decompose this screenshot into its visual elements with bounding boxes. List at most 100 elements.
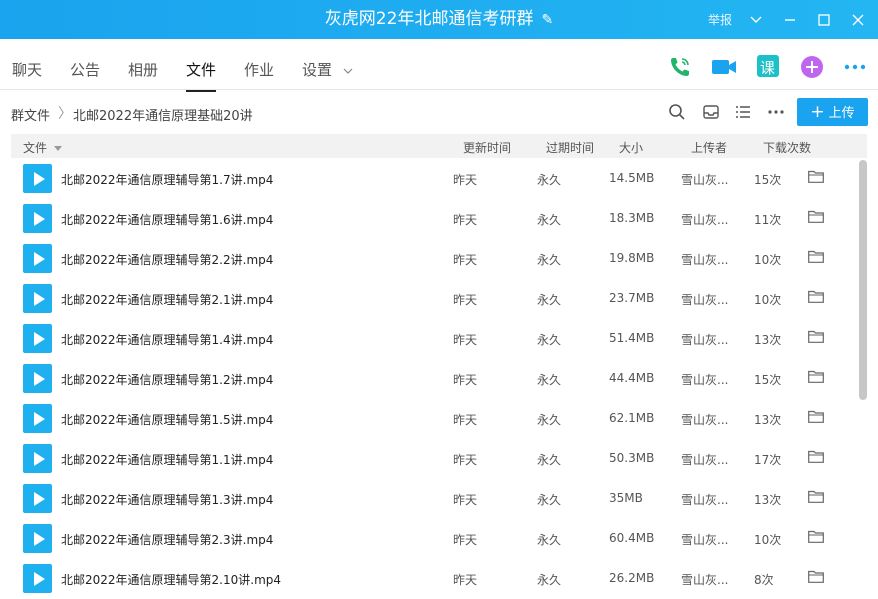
video-file-icon [23, 564, 52, 593]
tab-settings[interactable]: 设置 [302, 59, 353, 80]
col-downloads[interactable]: 下载次数 [763, 139, 811, 156]
file-uploader[interactable]: 雪山灰... [681, 491, 728, 508]
col-file[interactable]: 文件 [23, 139, 62, 156]
breadcrumb-root[interactable]: 群文件 [11, 105, 50, 124]
list-view-icon[interactable] [734, 103, 752, 121]
class-icon[interactable]: 课 [757, 55, 781, 79]
search-icon[interactable] [668, 103, 686, 121]
folder-icon[interactable] [808, 410, 824, 423]
file-uploader[interactable]: 雪山灰... [681, 251, 728, 268]
title-bar: 灰虎网22年北邮通信考研群 ✎ 举报 [0, 0, 878, 39]
table-row[interactable]: 北邮2022年通信原理辅导第1.2讲.mp4 昨天 永久 44.4MB 雪山灰.… [11, 358, 856, 398]
minimize-icon[interactable] [780, 10, 800, 30]
file-size: 26.2MB [609, 571, 655, 585]
sort-down-icon [53, 146, 62, 151]
col-size[interactable]: 大小 [619, 139, 643, 156]
close-icon[interactable] [848, 10, 868, 30]
chevron-down-icon[interactable] [746, 10, 766, 30]
folder-icon[interactable] [808, 250, 824, 263]
file-name[interactable]: 北邮2022年通信原理辅导第1.6讲.mp4 [61, 211, 273, 228]
folder-icon[interactable] [808, 490, 824, 503]
maximize-icon[interactable] [814, 10, 834, 30]
file-updated: 昨天 [453, 253, 478, 267]
report-button[interactable]: 举报 [708, 11, 732, 28]
file-size: 19.8MB [609, 251, 655, 265]
file-expires: 永久 [537, 293, 562, 307]
file-uploader[interactable]: 雪山灰... [681, 371, 728, 388]
plus-icon: + [810, 102, 825, 122]
folder-icon[interactable] [808, 290, 824, 303]
file-name[interactable]: 北邮2022年通信原理辅导第1.5讲.mp4 [61, 411, 273, 428]
add-app-icon[interactable] [800, 55, 824, 79]
table-row[interactable]: 北邮2022年通信原理辅导第2.3讲.mp4 昨天 永久 60.4MB 雪山灰.… [11, 518, 856, 558]
file-updated: 昨天 [453, 413, 478, 427]
table-row[interactable]: 北邮2022年通信原理辅导第1.1讲.mp4 昨天 永久 50.3MB 雪山灰.… [11, 438, 856, 478]
table-row[interactable]: 北邮2022年通信原理辅导第2.10讲.mp4 昨天 永久 26.2MB 雪山灰… [11, 558, 856, 598]
col-updated[interactable]: 更新时间 [463, 139, 511, 156]
video-file-icon [23, 484, 52, 513]
col-uploader[interactable]: 上传者 [691, 139, 727, 156]
file-downloads: 11次 [754, 213, 782, 227]
phone-icon[interactable] [668, 55, 692, 79]
file-name[interactable]: 北邮2022年通信原理辅导第1.4讲.mp4 [61, 331, 273, 348]
tab-chat[interactable]: 聊天 [12, 59, 42, 80]
file-name[interactable]: 北邮2022年通信原理辅导第2.1讲.mp4 [61, 291, 273, 308]
file-uploader[interactable]: 雪山灰... [681, 331, 728, 348]
table-row[interactable]: 北邮2022年通信原理辅导第2.2讲.mp4 昨天 永久 19.8MB 雪山灰.… [11, 238, 856, 278]
folder-icon[interactable] [808, 330, 824, 343]
file-expires: 永久 [537, 533, 562, 547]
tab-files[interactable]: 文件 [186, 59, 217, 92]
file-uploader[interactable]: 雪山灰... [681, 571, 728, 588]
file-uploader[interactable]: 雪山灰... [681, 531, 728, 548]
video-icon[interactable] [711, 55, 736, 79]
chevron-down-icon [343, 68, 353, 74]
file-name[interactable]: 北邮2022年通信原理辅导第2.3讲.mp4 [61, 531, 273, 548]
file-name[interactable]: 北邮2022年通信原理辅导第1.2讲.mp4 [61, 371, 273, 388]
col-expires[interactable]: 过期时间 [546, 139, 594, 156]
table-row[interactable]: 北邮2022年通信原理辅导第2.1讲.mp4 昨天 永久 23.7MB 雪山灰.… [11, 278, 856, 318]
file-uploader[interactable]: 雪山灰... [681, 291, 728, 308]
file-downloads: 8次 [754, 573, 774, 587]
folder-icon[interactable] [808, 170, 824, 183]
folder-icon[interactable] [808, 210, 824, 223]
video-file-icon [23, 204, 52, 233]
tab-homework[interactable]: 作业 [244, 59, 274, 80]
folder-icon[interactable] [808, 370, 824, 383]
table-row[interactable]: 北邮2022年通信原理辅导第1.3讲.mp4 昨天 永久 35MB 雪山灰...… [11, 478, 856, 518]
upload-button[interactable]: + 上传 [797, 98, 868, 126]
file-updated: 昨天 [453, 573, 478, 587]
tab-announcement[interactable]: 公告 [70, 59, 100, 80]
file-name[interactable]: 北邮2022年通信原理辅导第1.1讲.mp4 [61, 451, 273, 468]
folder-icon[interactable] [808, 450, 824, 463]
table-row[interactable]: 北邮2022年通信原理辅导第1.4讲.mp4 昨天 永久 51.4MB 雪山灰.… [11, 318, 856, 358]
table-row[interactable]: 北邮2022年通信原理辅导第1.6讲.mp4 昨天 永久 18.3MB 雪山灰.… [11, 198, 856, 238]
file-uploader[interactable]: 雪山灰... [681, 211, 728, 228]
file-uploader[interactable]: 雪山灰... [681, 451, 728, 468]
folder-icon[interactable] [808, 530, 824, 543]
table-row[interactable]: 北邮2022年通信原理辅导第1.5讲.mp4 昨天 永久 62.1MB 雪山灰.… [11, 398, 856, 438]
group-name: 灰虎网22年北邮通信考研群 [324, 9, 534, 29]
scrollbar[interactable] [858, 158, 868, 599]
file-name[interactable]: 北邮2022年通信原理辅导第2.10讲.mp4 [61, 571, 281, 588]
video-file-icon [23, 364, 52, 393]
table-row[interactable]: 北邮2022年通信原理辅导第1.7讲.mp4 昨天 永久 14.5MB 雪山灰.… [11, 158, 856, 198]
file-expires: 永久 [537, 493, 562, 507]
inbox-icon[interactable] [702, 103, 720, 121]
file-size: 18.3MB [609, 211, 655, 225]
tab-album[interactable]: 相册 [128, 59, 158, 80]
file-uploader[interactable]: 雪山灰... [681, 171, 728, 188]
file-uploader[interactable]: 雪山灰... [681, 411, 728, 428]
file-size: 23.7MB [609, 291, 655, 305]
file-expires: 永久 [537, 333, 562, 347]
file-size: 51.4MB [609, 331, 655, 345]
scrollbar-thumb[interactable] [859, 160, 867, 400]
folder-icon[interactable] [808, 570, 824, 583]
col-file-label: 文件 [23, 141, 48, 155]
file-expires: 永久 [537, 573, 562, 587]
file-name[interactable]: 北邮2022年通信原理辅导第2.2讲.mp4 [61, 251, 273, 268]
more-icon[interactable] [843, 55, 867, 79]
file-name[interactable]: 北邮2022年通信原理辅导第1.7讲.mp4 [61, 171, 273, 188]
more-options-icon[interactable] [767, 103, 785, 121]
file-name[interactable]: 北邮2022年通信原理辅导第1.3讲.mp4 [61, 491, 273, 508]
pencil-icon[interactable]: ✎ [541, 1, 553, 40]
